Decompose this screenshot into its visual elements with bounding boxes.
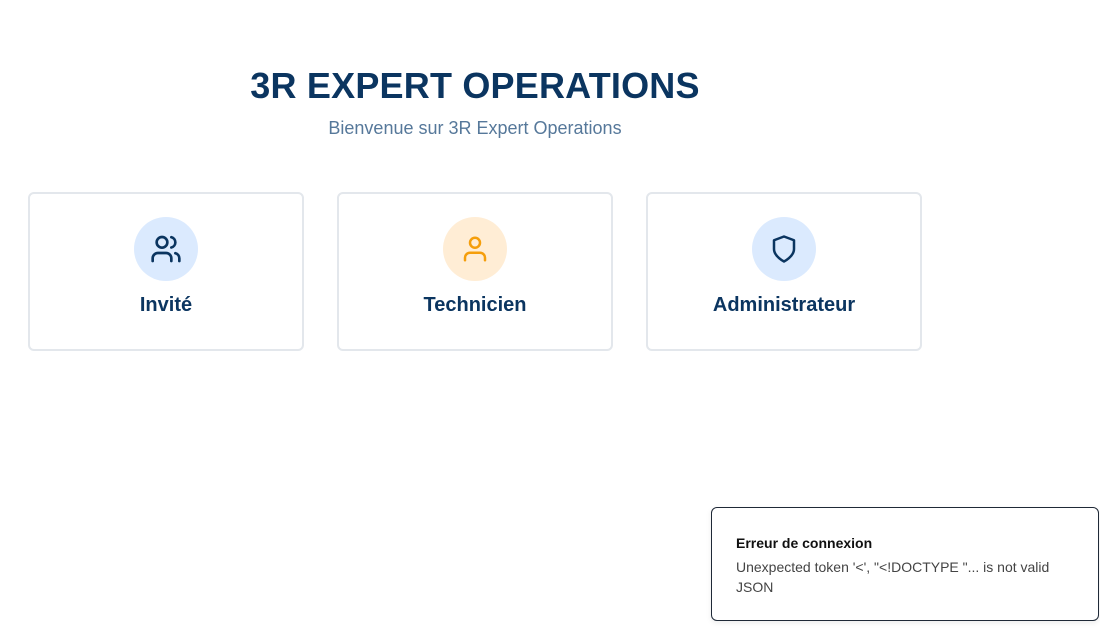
users-icon <box>151 235 181 263</box>
role-card-invite[interactable]: Invité <box>28 192 304 351</box>
login-page: 3R EXPERT OPERATIONS Bienvenue sur 3R Ex… <box>0 0 1100 628</box>
user-icon <box>463 236 487 262</box>
role-label-administrateur: Administrateur <box>712 294 856 316</box>
toast-message: Unexpected token '<', "<!DOCTYPE "... is… <box>736 559 1050 595</box>
role-card-technicien[interactable]: Technicien <box>337 192 613 351</box>
role-icon-badge <box>752 217 816 281</box>
role-cards: Invité Technicien Administrateur <box>28 192 922 351</box>
page-title: 3R EXPERT OPERATIONS <box>250 65 700 106</box>
toast-title: Erreur de connexion <box>736 535 873 551</box>
role-card-administrateur[interactable]: Administrateur <box>646 192 922 351</box>
role-icon-badge <box>134 217 198 281</box>
page-subtitle: Bienvenue sur 3R Expert Operations <box>328 118 622 138</box>
shield-icon <box>772 235 796 263</box>
role-label-technicien: Technicien <box>423 294 527 316</box>
error-toast: Erreur de connexion Unexpected token '<'… <box>711 507 1099 621</box>
header: 3R EXPERT OPERATIONS Bienvenue sur 3R Ex… <box>0 62 950 140</box>
role-icon-badge <box>443 217 507 281</box>
role-label-invite: Invité <box>139 294 193 316</box>
